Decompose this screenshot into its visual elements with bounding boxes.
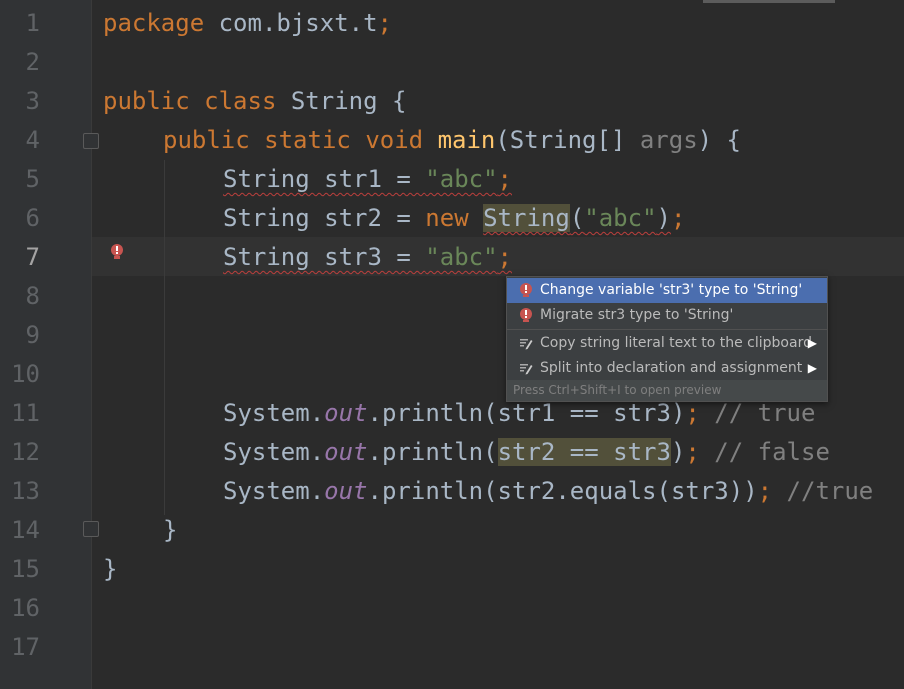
code-line-5[interactable]: String str1 = "abc"; <box>223 160 512 199</box>
line-number: 14 <box>11 516 40 544</box>
code-text: String str2 = <box>223 204 426 232</box>
line-number: 15 <box>11 555 40 583</box>
keyword: void <box>365 126 424 154</box>
semicolon: ; <box>685 438 700 466</box>
fold-toggle-icon[interactable] <box>83 133 99 149</box>
popup-separator <box>507 329 827 330</box>
parameter: args <box>639 126 698 154</box>
semicolon: ; <box>670 204 686 232</box>
code-line-4[interactable]: public static void main(String[] args) { <box>163 121 741 160</box>
code-line-1[interactable]: package com.bjsxt.t; <box>103 4 392 43</box>
gutter: 1 2 3 4 5 6 7 8 9 10 11 12 13 14 15 16 1… <box>0 0 99 689</box>
keyword: class <box>204 87 277 115</box>
line-number: 10 <box>11 360 40 388</box>
popup-item-split-declaration[interactable]: Split into declaration and assignment ▶ <box>507 356 827 381</box>
code-text: } <box>163 516 178 544</box>
code-text: (String[] <box>495 126 640 154</box>
code-text: String str3 = <box>223 243 426 271</box>
line-number: 16 <box>11 594 40 622</box>
line-number: 3 <box>25 87 40 115</box>
submenu-arrow-icon: ▶ <box>807 361 817 375</box>
highlighted-expression: str2 == str3 <box>497 438 671 466</box>
comment: //true <box>772 477 874 505</box>
error-bulb-icon <box>520 283 532 297</box>
line-number: 11 <box>11 399 40 427</box>
string-literal: "abc" <box>425 165 498 193</box>
indent-guide <box>164 160 165 515</box>
semicolon: ; <box>757 477 773 505</box>
comment: // true <box>699 399 816 427</box>
line-number: 5 <box>25 165 40 193</box>
keyword: new <box>425 204 469 232</box>
keyword: public <box>103 87 190 115</box>
semicolon: ; <box>497 165 512 193</box>
keyword: package <box>103 9 205 37</box>
code-text: String str1 = <box>223 165 426 193</box>
line-number: 2 <box>25 48 40 76</box>
code-text: ) <box>670 438 686 466</box>
line-number: 6 <box>25 204 40 232</box>
code-text: System. <box>223 399 325 427</box>
string-literal: "abc" <box>584 204 657 232</box>
code-line-6[interactable]: String str2 = new String("abc"); <box>223 199 685 238</box>
line-number: 9 <box>25 321 40 349</box>
code-line-12[interactable]: System.out.println(str2 == str3); // fal… <box>223 433 830 472</box>
intention-actions-popup: Change variable 'str3' type to 'String' … <box>506 276 828 402</box>
pencil-icon <box>520 339 533 350</box>
popup-item-label: Copy string literal text to the clipboar… <box>540 335 812 351</box>
code-text: .println(str2.equals(str3)) <box>367 477 758 505</box>
comment: // false <box>699 438 830 466</box>
keyword: public <box>163 126 250 154</box>
code-line-14[interactable]: } <box>163 511 177 550</box>
code-text: System. <box>223 438 325 466</box>
error-bulb-icon <box>520 308 532 322</box>
line-number: 4 <box>25 126 40 154</box>
line-number: 13 <box>11 477 40 505</box>
line-number: 12 <box>11 438 40 466</box>
error-bulb-icon[interactable] <box>110 243 124 265</box>
code-text: .println( <box>367 438 498 466</box>
code-line-7[interactable]: String str3 = "abc"; <box>223 238 512 277</box>
scrollbar-thumb[interactable] <box>703 0 835 3</box>
static-field: out <box>324 399 368 427</box>
code-text: } <box>103 555 118 583</box>
static-field: out <box>324 477 368 505</box>
code-text: com.bjsxt.t <box>204 9 378 37</box>
keyword: static <box>264 126 351 154</box>
submenu-arrow-icon: ▶ <box>807 336 817 350</box>
semicolon: ; <box>685 399 700 427</box>
code-line-13[interactable]: System.out.println(str2.equals(str3)); /… <box>223 472 873 511</box>
method-name: main <box>437 126 496 154</box>
semicolon: ; <box>377 9 392 37</box>
pencil-icon <box>520 364 533 375</box>
popup-item-change-type[interactable]: Change variable 'str3' type to 'String' <box>507 278 827 303</box>
semicolon: ; <box>497 243 512 271</box>
popup-item-label: Split into declaration and assignment <box>540 360 803 376</box>
popup-item-label: Migrate str3 type to 'String' <box>540 307 734 323</box>
code-text: ) { <box>697 126 742 154</box>
popup-item-copy-literal[interactable]: Copy string literal text to the clipboar… <box>507 331 827 356</box>
popup-item-label: Change variable 'str3' type to 'String' <box>540 282 803 298</box>
line-number: 17 <box>11 633 40 661</box>
line-number: 1 <box>25 9 40 37</box>
popup-item-migrate-type[interactable]: Migrate str3 type to 'String' <box>507 303 827 328</box>
code-text: String { <box>276 87 407 115</box>
static-field: out <box>324 438 368 466</box>
class-reference: String <box>483 204 570 232</box>
code-line-15[interactable]: } <box>103 550 117 589</box>
fold-toggle-icon[interactable] <box>83 521 99 537</box>
string-literal: "abc" <box>425 243 498 271</box>
line-number: 8 <box>25 282 40 310</box>
preview-hint: Press Ctrl+Shift+I to open preview <box>507 380 827 401</box>
code-text: System. <box>223 477 325 505</box>
code-text: ( <box>569 204 585 232</box>
code-text: .println(str1 == str3) <box>367 399 686 427</box>
code-text: ) <box>656 204 671 232</box>
line-number-current: 7 <box>25 243 40 271</box>
code-line-3[interactable]: public class String { <box>103 82 406 121</box>
